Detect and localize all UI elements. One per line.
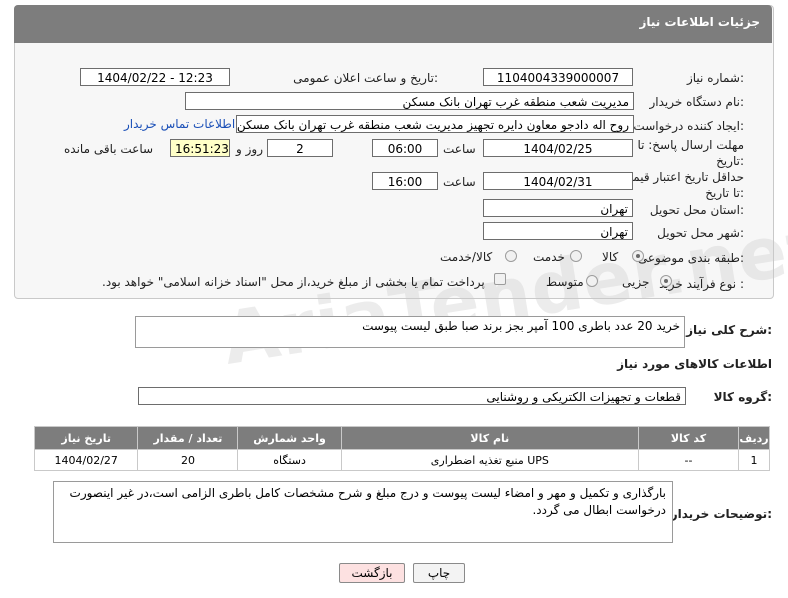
cell-unit: دستگاه: [237, 449, 342, 471]
treasury-payment-checkbox[interactable]: [494, 273, 506, 285]
category-goods-label: کالا: [602, 250, 619, 264]
announce-label: تاریخ و ساعت اعلان عمومی:: [293, 71, 438, 85]
announce-field: 1404/02/22 - 12:23: [80, 68, 230, 86]
city-field: تهران: [483, 222, 633, 240]
print-button[interactable]: چاپ: [413, 563, 465, 583]
cell-quantity: 20: [137, 449, 239, 471]
process-medium-radio[interactable]: [586, 275, 598, 287]
col-row-number: ردیف: [737, 426, 771, 450]
province-label: استان محل تحویل:: [649, 203, 744, 217]
creator-label: ایجاد کننده درخواست:: [633, 119, 744, 133]
process-minor-label: جزیی: [622, 275, 650, 289]
cell-item-code: --: [638, 449, 739, 471]
buyer-notes-label: توضیحات خریدار:: [670, 507, 772, 521]
page-title: جزئیات اطلاعات نیاز: [639, 15, 760, 29]
price-valid-date-field: 1404/02/31: [483, 172, 633, 190]
goods-section-title: اطلاعات کالاهای مورد نیاز: [617, 357, 772, 371]
category-service-label: خدمت: [533, 250, 565, 264]
contact-buyer-link[interactable]: اطلاعات تماس خریدار: [124, 117, 235, 131]
cell-item-name: منبع تغذیه اضطراری UPS: [340, 449, 640, 471]
summary-textarea: خرید 20 عدد باطری 100 آمپر بجز برند صبا …: [135, 316, 685, 348]
treasury-payment-label: پرداخت تمام یا بخشی از مبلغ خرید،از محل …: [102, 275, 485, 289]
price-valid-label: حداقل تاریخ اعتبار قیمت: تا تاریخ:: [617, 170, 744, 200]
price-valid-time-label: ساعت: [443, 175, 476, 189]
goods-table-header: تاریخ نیاز تعداد / مقدار واحد شمارش نام …: [33, 426, 771, 450]
buyer-org-label: نام دستگاه خریدار:: [649, 95, 745, 109]
col-quantity: تعداد / مقدار: [137, 426, 239, 450]
deadline-date-field: 1404/02/25: [483, 139, 633, 157]
col-item-name: نام کالا: [340, 426, 640, 450]
deadline-time-field: 06:00: [372, 139, 438, 157]
days-field: 2: [267, 139, 333, 157]
process-medium-label: متوسط: [546, 275, 584, 289]
category-both-radio[interactable]: [505, 250, 517, 262]
col-item-code: کد کالا: [638, 426, 739, 450]
buyer-org-field: مدیریت شعب منطقه غرب تهران بانک مسکن: [185, 92, 634, 110]
buyer-notes-textarea: بارگذاری و تکمیل و مهر و امضاء لیست پیوس…: [53, 481, 673, 543]
need-number-field: 1104004339000007: [483, 68, 633, 86]
creator-field: روح اله دادجو معاون دایره تجهیز مدیریت ش…: [236, 115, 634, 133]
category-label: طبقه بندی موضوعی:: [637, 251, 744, 265]
table-row: 1404/02/27 20 دستگاه منبع تغذیه اضطراری …: [33, 449, 771, 471]
category-both-label: کالا/خدمت: [440, 250, 493, 264]
remaining-time-field: 16:51:23: [170, 139, 230, 157]
need-number-label: شماره نیاز:: [686, 71, 744, 85]
col-need-date: تاریخ نیاز: [33, 426, 139, 450]
process-minor-radio[interactable]: [660, 275, 672, 287]
province-field: تهران: [483, 199, 633, 217]
cell-row-number: 1: [737, 449, 771, 471]
summary-label: شرح کلی نیاز:: [686, 323, 772, 337]
back-button[interactable]: بازگشت: [339, 563, 405, 583]
deadline-time-label: ساعت: [443, 142, 476, 156]
goods-group-label: گروه کالا:: [713, 390, 772, 404]
category-service-radio[interactable]: [570, 250, 582, 262]
cell-need-date: 1404/02/27: [33, 449, 139, 471]
goods-group-field: قطعات و تجهیزات الکتریکی و روشنایی: [138, 387, 686, 405]
col-unit: واحد شمارش: [237, 426, 342, 450]
price-valid-time-field: 16:00: [372, 172, 438, 190]
days-label: روز و: [236, 142, 263, 156]
city-label: شهر محل تحویل:: [657, 226, 744, 240]
deadline-label: مهلت ارسال پاسخ: تا تاریخ:: [637, 138, 744, 168]
remaining-label: ساعت باقی مانده: [64, 142, 154, 156]
goods-table: تاریخ نیاز تعداد / مقدار واحد شمارش نام …: [33, 426, 771, 471]
panel-header: جزئیات اطلاعات نیاز: [14, 5, 772, 43]
category-goods-radio[interactable]: [632, 250, 644, 262]
